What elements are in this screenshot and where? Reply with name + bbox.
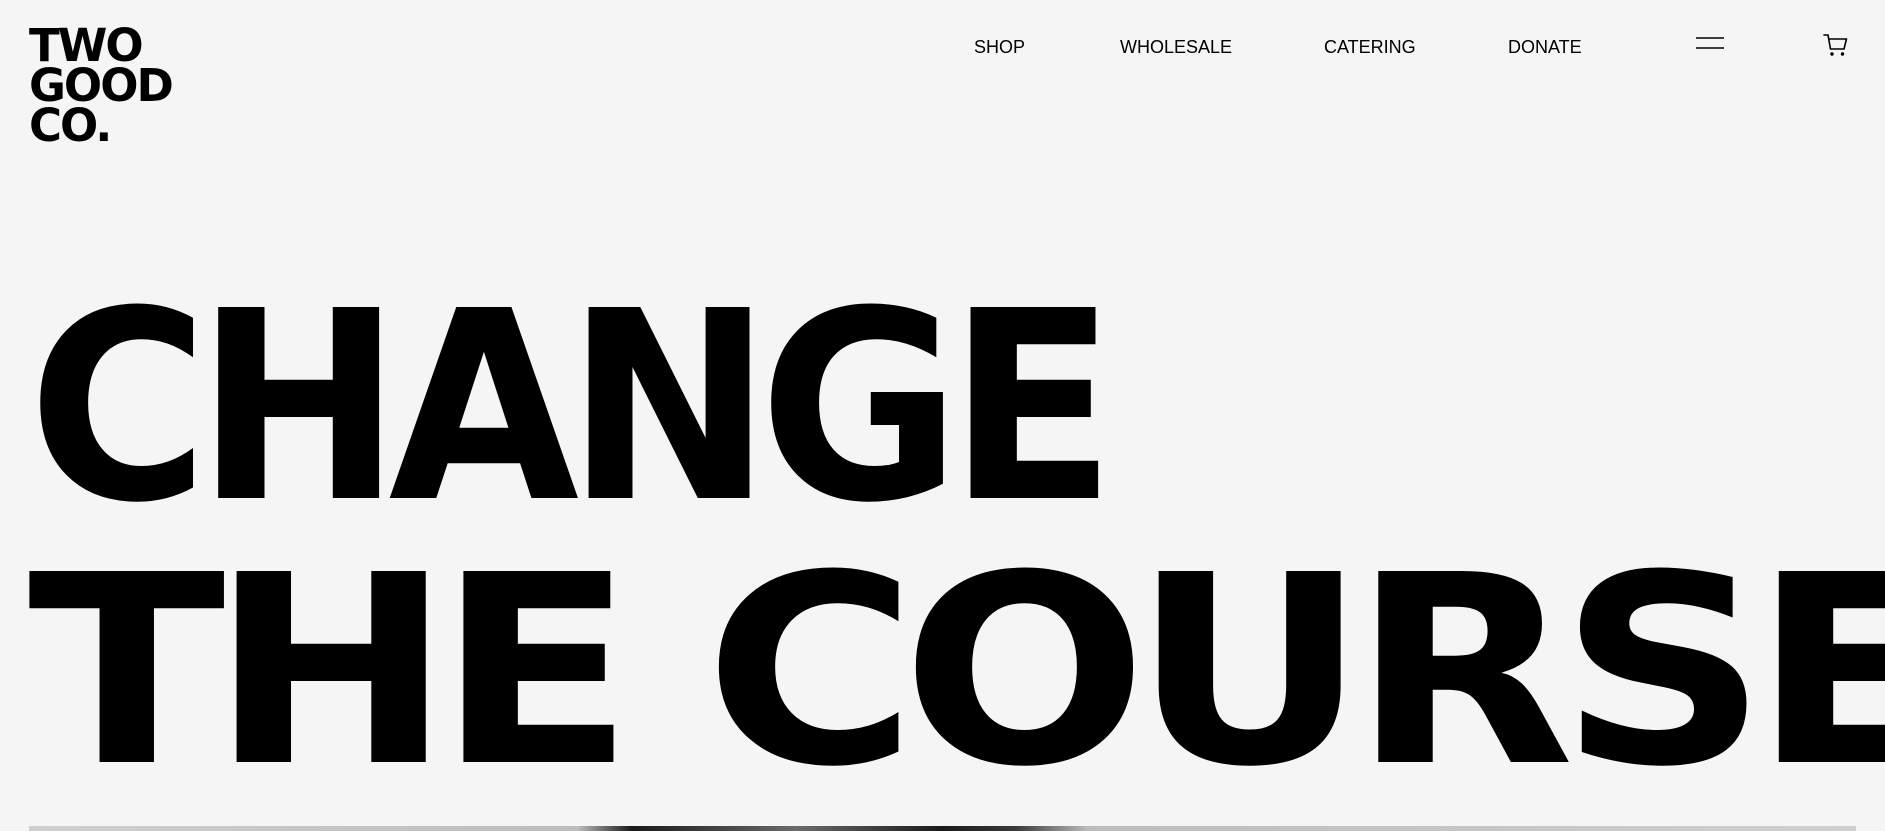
hero-headline-line-1: CHANGE [28,255,1116,560]
hero-headline: CHANGE THE COURSE [28,276,1885,804]
hero-headline-line-2: THE COURSE [28,519,1885,824]
main-nav: SHOP WHOLESALE CATERING DONATE [0,36,1885,60]
nav-link-catering[interactable]: CATERING [1324,36,1416,58]
logo-line-3: CO. [29,99,112,152]
hero-image-edge [29,826,1856,831]
nav-link-wholesale[interactable]: WHOLESALE [1120,36,1232,58]
nav-link-shop[interactable]: SHOP [974,36,1025,58]
nav-link-donate[interactable]: DONATE [1508,36,1582,58]
hamburger-menu-icon[interactable] [1696,36,1724,52]
cart-icon[interactable] [1823,32,1849,58]
